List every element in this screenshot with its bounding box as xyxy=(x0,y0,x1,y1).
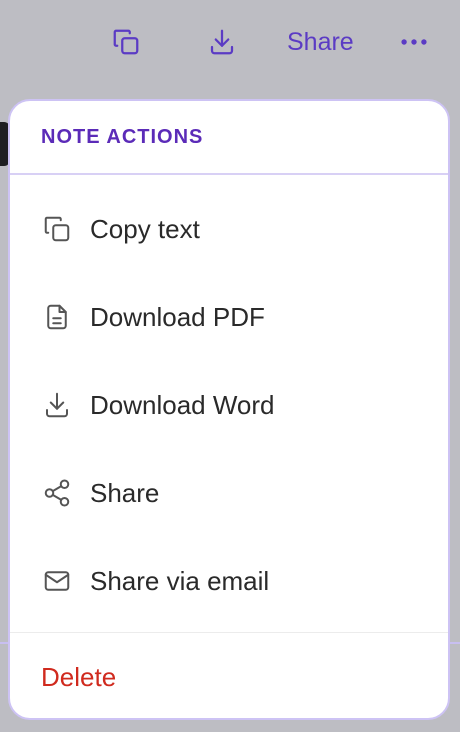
menu-item-download-word[interactable]: Download Word xyxy=(10,361,448,449)
menu-item-label: Download Word xyxy=(90,389,275,420)
delete-button[interactable]: Delete xyxy=(41,662,116,693)
menu-item-download-pdf[interactable]: Download PDF xyxy=(10,273,448,361)
share-icon xyxy=(41,477,73,509)
menu-item-label: Copy text xyxy=(90,213,200,244)
menu-item-share[interactable]: Share xyxy=(10,449,448,537)
copy-icon[interactable] xyxy=(109,25,143,59)
menu-divider xyxy=(10,632,448,633)
share-button[interactable]: Share xyxy=(287,27,354,57)
menu-item-copy-text[interactable]: Copy text xyxy=(10,185,448,273)
menu-item-label: Share via email xyxy=(90,565,270,596)
note-actions-menu: NOTE ACTIONS Copy text Download PDF Down… xyxy=(8,99,450,720)
copy-icon xyxy=(41,213,73,245)
menu-item-label: Download PDF xyxy=(90,301,265,332)
download-icon[interactable] xyxy=(205,25,239,59)
menu-header-label: NOTE ACTIONS xyxy=(41,125,204,148)
menu-list: Copy text Download PDF Download Word Sha… xyxy=(10,175,448,625)
menu-item-share-via-email[interactable]: Share via email xyxy=(10,537,448,625)
file-text-icon xyxy=(41,301,73,333)
mail-icon xyxy=(41,565,73,597)
more-horizontal-icon[interactable] xyxy=(397,25,431,59)
menu-item-label: Share xyxy=(90,477,160,508)
download-icon xyxy=(41,389,73,421)
menu-header: NOTE ACTIONS xyxy=(10,101,448,175)
note-toolbar: Share xyxy=(0,0,460,86)
